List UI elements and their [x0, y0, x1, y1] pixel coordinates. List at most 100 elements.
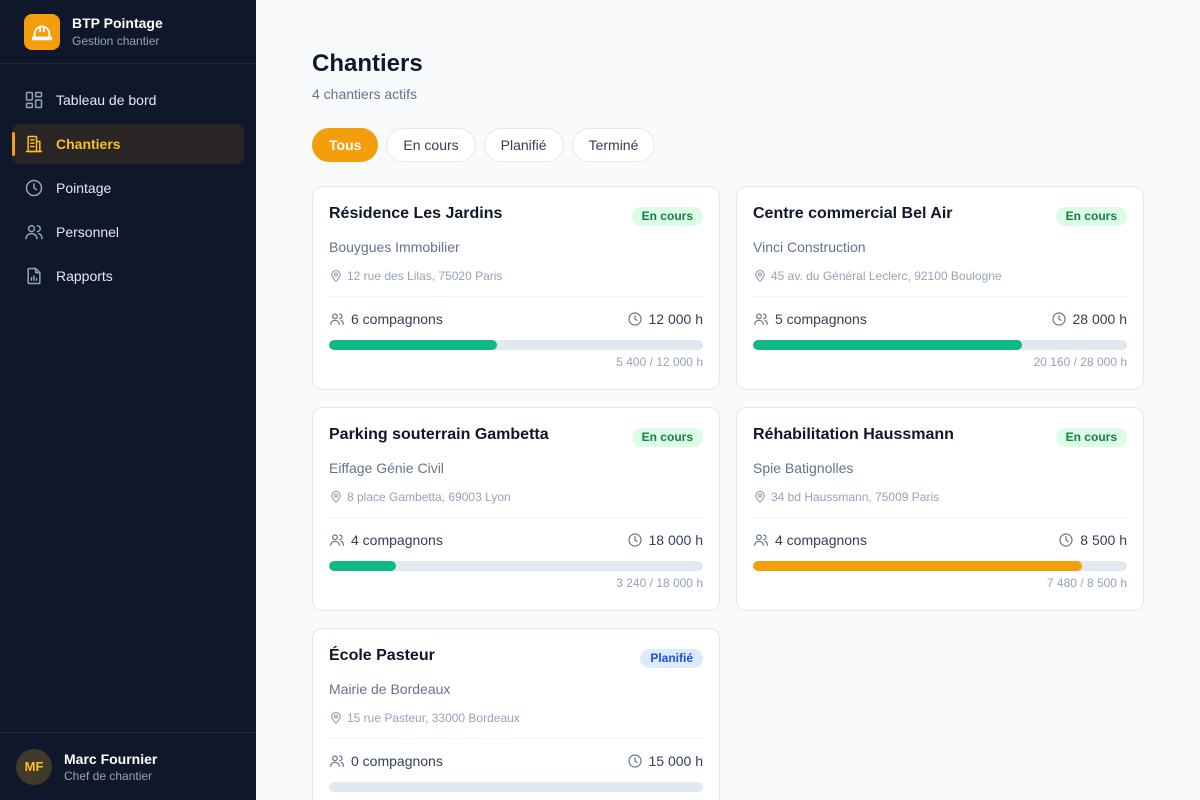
progress-bar [329, 340, 703, 350]
status-filters: Tous En cours Planifié Terminé [312, 128, 663, 162]
status-badge: En cours [1055, 428, 1127, 447]
card-divider [329, 296, 703, 297]
site-client: Bouygues Immobilier [329, 239, 460, 255]
hardhat-icon [24, 13, 60, 50]
hours-text: 15 000 h [648, 753, 704, 769]
sidebar-nav: Tableau de bord Chantiers Pointage Perso… [12, 80, 244, 300]
status-badge: Planifié [640, 649, 703, 668]
page-title: Chantiers [312, 50, 423, 77]
user-role: Chef de chantier [64, 768, 153, 783]
building-icon [24, 134, 44, 154]
card-divider [329, 517, 703, 518]
sidebar-item-label: Rapports [56, 268, 113, 284]
sidebar-item-label: Pointage [56, 180, 112, 196]
location-pin-icon [329, 490, 343, 504]
status-badge: En cours [631, 207, 703, 226]
clock-icon [627, 532, 643, 548]
users-icon [329, 311, 345, 327]
progress-text: 5 400 / 12 000 h [616, 355, 703, 369]
card-divider [753, 517, 1127, 518]
filter-tous[interactable]: Tous [312, 128, 379, 162]
site-card[interactable]: Centre commercial Bel Air En cours Vinci… [736, 186, 1144, 390]
users-icon [753, 532, 769, 548]
hours-budget: 12 000 h [627, 310, 704, 328]
location-pin-icon [329, 269, 343, 283]
progress-fill [329, 561, 397, 571]
users-icon [753, 311, 769, 327]
site-address: 34 bd Haussmann, 75009 Paris [753, 489, 1127, 505]
site-card[interactable]: Parking souterrain Gambetta En cours Eif… [312, 407, 720, 611]
workers-count: 6 compagnons [329, 310, 443, 328]
hours-budget: 28 000 h [1051, 310, 1128, 328]
user-profile[interactable]: MF Marc Fournier Chef de chantier [0, 732, 256, 800]
card-divider [753, 296, 1127, 297]
workers-text: 4 compagnons [351, 532, 443, 548]
clock-icon [627, 311, 643, 327]
location-pin-icon [753, 269, 767, 283]
site-card[interactable]: Résidence Les Jardins En cours Bouygues … [312, 186, 720, 390]
sidebar-item-rapports[interactable]: Rapports [12, 256, 244, 296]
status-badge: En cours [1055, 207, 1127, 226]
sidebar-item-label: Tableau de bord [56, 92, 157, 108]
site-name: École Pasteur [329, 647, 435, 664]
users-icon [329, 753, 345, 769]
site-client: Vinci Construction [753, 239, 866, 255]
site-address: 15 rue Pasteur, 33000 Bordeaux [329, 710, 703, 726]
progress-fill [329, 340, 498, 350]
site-name: Réhabilitation Haussmann [753, 426, 954, 443]
location-pin-icon [329, 711, 343, 725]
site-client: Spie Batignolles [753, 460, 854, 476]
site-address-text: 12 rue des Lilas, 75020 Paris [347, 269, 503, 283]
brand-title: BTP Pointage [72, 15, 163, 31]
dashboard-icon [24, 90, 44, 110]
sidebar-item-personnel[interactable]: Personnel [12, 212, 244, 252]
workers-text: 4 compagnons [775, 532, 867, 548]
progress-bar [753, 340, 1127, 350]
site-address-text: 15 rue Pasteur, 33000 Bordeaux [347, 711, 520, 725]
site-card[interactable]: École Pasteur Planifié Mairie de Bordeau… [312, 628, 720, 800]
hours-budget: 15 000 h [627, 752, 704, 770]
sidebar-item-label: Chantiers [56, 136, 121, 152]
workers-count: 0 compagnons [329, 752, 443, 770]
site-address-text: 34 bd Haussmann, 75009 Paris [771, 490, 940, 504]
page-subtitle: 4 chantiers actifs [312, 86, 418, 102]
workers-count: 4 compagnons [753, 531, 867, 549]
progress-bar [329, 782, 703, 792]
sidebar-item-tableau-de-bord[interactable]: Tableau de bord [12, 80, 244, 120]
site-address: 45 av. du Général Leclerc, 92100 Boulogn… [753, 268, 1127, 284]
main-content: Chantiers 4 chantiers actifs Tous En cou… [256, 0, 1200, 800]
workers-text: 0 compagnons [351, 753, 443, 769]
progress-text: 3 240 / 18 000 h [616, 576, 703, 590]
brand-subtitle: Gestion chantier [72, 34, 160, 48]
report-icon [24, 266, 44, 286]
progress-fill [753, 561, 1083, 571]
brand: BTP Pointage Gestion chantier [0, 0, 256, 64]
sidebar-item-pointage[interactable]: Pointage [12, 168, 244, 208]
site-card[interactable]: Réhabilitation Haussmann En cours Spie B… [736, 407, 1144, 611]
progress-bar [329, 561, 703, 571]
clock-icon [627, 753, 643, 769]
sidebar-item-chantiers[interactable]: Chantiers [12, 124, 244, 164]
site-client: Eiffage Génie Civil [329, 460, 444, 476]
workers-count: 5 compagnons [753, 310, 867, 328]
progress-text: 7 480 / 8 500 h [1046, 576, 1127, 590]
clock-icon [1051, 311, 1067, 327]
site-name: Résidence Les Jardins [329, 205, 503, 222]
hours-text: 18 000 h [648, 532, 704, 548]
filter-planifie[interactable]: Planifié [483, 128, 564, 162]
status-badge: En cours [631, 428, 703, 447]
workers-count: 4 compagnons [329, 531, 443, 549]
hours-text: 28 000 h [1072, 311, 1128, 327]
hours-budget: 18 000 h [627, 531, 704, 549]
site-name: Centre commercial Bel Air [753, 205, 953, 222]
filter-en-cours[interactable]: En cours [386, 128, 476, 162]
clock-icon [1058, 532, 1074, 548]
site-address: 12 rue des Lilas, 75020 Paris [329, 268, 703, 284]
sidebar-item-label: Personnel [56, 224, 120, 240]
hours-text: 12 000 h [648, 311, 704, 327]
site-address: 8 place Gambetta, 69003 Lyon [329, 489, 703, 505]
users-icon [329, 532, 345, 548]
progress-text: 20 160 / 28 000 h [1033, 355, 1127, 369]
filter-termine[interactable]: Terminé [571, 128, 656, 162]
progress-bar [753, 561, 1127, 571]
